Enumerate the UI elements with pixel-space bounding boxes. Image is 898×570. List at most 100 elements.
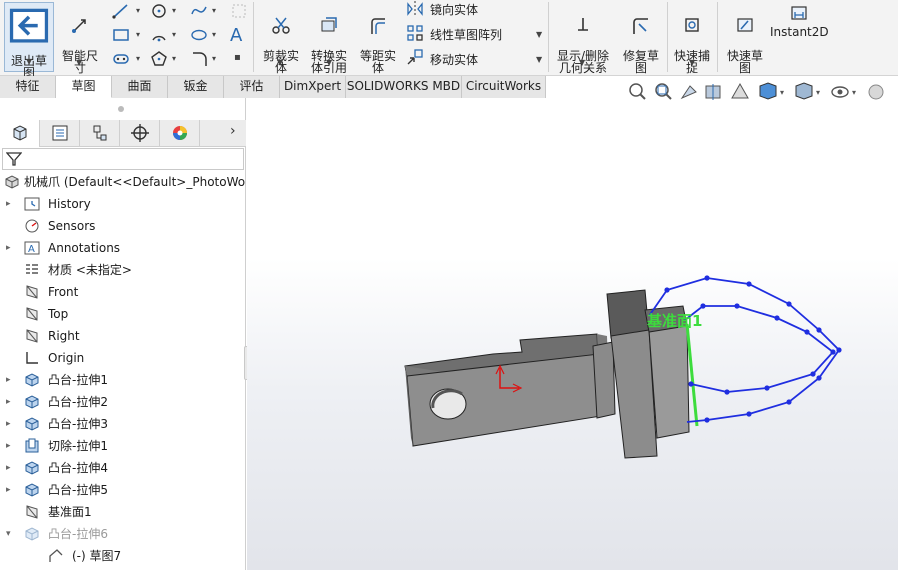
tab-dimxpert-manager[interactable] xyxy=(120,120,160,147)
chevron-down-icon[interactable]: ▼ xyxy=(579,58,585,67)
zoom-to-fit-icon[interactable] xyxy=(629,83,646,100)
tree-item[interactable]: Front xyxy=(0,281,246,303)
tree-item[interactable]: ▸ 凸台-拉伸5 xyxy=(0,479,246,501)
chevron-down-icon[interactable]: ▼ xyxy=(277,58,283,67)
tree-item[interactable]: ▾ 凸台-拉伸6 xyxy=(0,523,246,545)
spline-icon[interactable] xyxy=(190,2,208,20)
tree-item[interactable]: ▸ 凸台-拉伸3 xyxy=(0,413,246,435)
tab-features[interactable]: 特征 xyxy=(0,76,56,98)
rapid-sketch-button[interactable]: 快速草 图 xyxy=(722,4,768,74)
exit-sketch-button[interactable]: 退出草 图 ▼ xyxy=(4,2,54,79)
tree-item[interactable]: 材质 <未指定> xyxy=(0,259,246,281)
tree-item[interactable]: Origin xyxy=(0,347,246,369)
tree-item[interactable]: Top xyxy=(0,303,246,325)
tab-evaluate[interactable]: 评估 xyxy=(224,76,280,98)
graphics-area[interactable]: 基准面1 xyxy=(247,98,898,570)
offset-entities-button[interactable]: 等距实 体 xyxy=(356,4,400,74)
appearance-icon[interactable] xyxy=(868,84,884,100)
rectangle-icon[interactable] xyxy=(112,26,130,44)
tree-item[interactable]: (-) 草图7 xyxy=(0,545,246,567)
sketch-inner-profile xyxy=(684,305,835,393)
tree-filter[interactable] xyxy=(2,148,244,170)
chevron-down-icon[interactable]: ▾ xyxy=(212,6,216,15)
extrude-icon xyxy=(25,373,39,387)
tab-configuration-manager[interactable] xyxy=(80,120,120,147)
linear-sketch-pattern-button[interactable]: 线性草图阵列 xyxy=(430,26,502,43)
fillet-icon[interactable] xyxy=(190,50,208,68)
display-style-icon[interactable]: ▾ xyxy=(795,82,820,100)
expand-toggle-icon[interactable]: ▸ xyxy=(6,391,16,413)
expand-toggle-icon[interactable]: ▸ xyxy=(6,193,16,215)
chevron-down-icon[interactable]: ▼ xyxy=(326,58,332,67)
chevron-down-icon[interactable]: ▼ xyxy=(536,55,542,64)
tab-circuitworks[interactable]: CircuitWorks xyxy=(462,76,546,98)
tab-solidworks-mbd[interactable]: SOLIDWORKS MBD xyxy=(346,76,462,98)
chevron-down-icon[interactable]: ▼ xyxy=(76,58,82,67)
tree-item[interactable]: Sensors xyxy=(0,215,246,237)
tree-item-label: Top xyxy=(48,307,69,321)
expand-toggle-icon[interactable]: ▸ xyxy=(6,369,16,391)
view-orientation-icon[interactable]: ▾ xyxy=(759,82,784,100)
chevron-right-icon[interactable]: › xyxy=(230,123,236,139)
tree-item-label: 凸台-拉伸5 xyxy=(48,483,108,497)
zoom-area-icon[interactable] xyxy=(655,83,672,100)
tab-sheet-metal[interactable]: 钣金 xyxy=(168,76,224,98)
hide-show-items-icon[interactable]: ▾ xyxy=(831,86,856,98)
tab-property-manager[interactable] xyxy=(40,120,80,147)
tree-item[interactable]: 基准面1 xyxy=(0,501,246,523)
rapid-sketch-label: 快速草 图 xyxy=(726,49,763,75)
tree-item[interactable]: ▸ 凸台-拉伸2 xyxy=(0,391,246,413)
expand-toggle-icon[interactable]: ▾ xyxy=(6,523,16,545)
tree-item[interactable]: ▸ 凸台-拉伸4 xyxy=(0,457,246,479)
chevron-down-icon[interactable]: ▾ xyxy=(136,6,140,15)
dynamic-annotation-icon[interactable] xyxy=(731,82,749,99)
expand-toggle-icon[interactable]: ▸ xyxy=(6,479,16,501)
tree-item[interactable]: ▸ A Annotations xyxy=(0,237,246,259)
expand-toggle-icon[interactable]: ▸ xyxy=(6,435,16,457)
expand-toggle-icon[interactable]: ▸ xyxy=(6,413,16,435)
chevron-down-icon[interactable]: ▾ xyxy=(212,30,216,39)
chevron-down-icon[interactable]: ▾ xyxy=(136,54,140,63)
expand-toggle-icon[interactable]: ▸ xyxy=(6,457,16,479)
scissors-icon xyxy=(272,17,290,34)
grid-icon[interactable] xyxy=(230,2,248,20)
line-icon[interactable] xyxy=(112,2,130,20)
tab-surfaces[interactable]: 曲面 xyxy=(112,76,168,98)
move-entities-button[interactable]: 移动实体 xyxy=(430,51,478,68)
previous-view-icon[interactable] xyxy=(680,85,697,100)
expand-toggle-icon[interactable]: ▸ xyxy=(6,237,16,259)
instant2d-icon xyxy=(791,6,807,20)
mirror-entities-button[interactable]: 镜向实体 xyxy=(430,1,478,18)
tree-item[interactable]: ▸ 切除-拉伸1 xyxy=(0,435,246,457)
point-icon[interactable]: ▪ xyxy=(234,52,241,63)
chevron-down-icon[interactable]: ▼ xyxy=(536,30,542,39)
slot-icon[interactable] xyxy=(112,50,130,68)
chevron-down-icon[interactable]: ▾ xyxy=(136,30,140,39)
tab-dimxpert[interactable]: DimXpert xyxy=(280,76,346,98)
panel-grip[interactable] xyxy=(118,106,124,112)
repair-sketch-button[interactable]: 修复草 图 xyxy=(618,4,664,74)
text-icon[interactable]: A xyxy=(230,25,242,46)
tab-sketch[interactable]: 草图 xyxy=(56,76,112,98)
model-canvas[interactable]: 基准面1 xyxy=(247,98,898,570)
ellipse-icon[interactable] xyxy=(190,26,208,44)
chevron-down-icon[interactable]: ▾ xyxy=(172,30,176,39)
tab-feature-tree[interactable] xyxy=(0,120,40,147)
command-manager-tabs: 特征 草图 曲面 钣金 评估 DimXpert SOLIDWORKS MBD C… xyxy=(0,76,546,98)
chevron-down-icon[interactable]: ▾ xyxy=(212,54,216,63)
polygon-icon[interactable] xyxy=(150,50,168,68)
quick-snap-icon xyxy=(685,18,699,32)
tree-item[interactable]: Right xyxy=(0,325,246,347)
chevron-down-icon[interactable]: ▼ xyxy=(26,57,32,66)
circle-icon[interactable] xyxy=(150,2,168,20)
chevron-down-icon[interactable]: ▾ xyxy=(172,6,176,15)
chevron-down-icon[interactable]: ▼ xyxy=(689,58,695,67)
tree-root-part[interactable]: 机械爪 (Default<<Default>_PhotoWor xyxy=(0,171,246,193)
arc-icon[interactable] xyxy=(150,26,168,44)
tree-item[interactable]: ▸ 凸台-拉伸1 xyxy=(0,369,246,391)
tab-display-manager[interactable] xyxy=(160,120,200,147)
section-view-icon[interactable] xyxy=(705,84,721,100)
instant2d-button[interactable]: Instant2D xyxy=(770,4,829,38)
chevron-down-icon[interactable]: ▾ xyxy=(172,54,176,63)
tree-item[interactable]: ▸ History xyxy=(0,193,246,215)
